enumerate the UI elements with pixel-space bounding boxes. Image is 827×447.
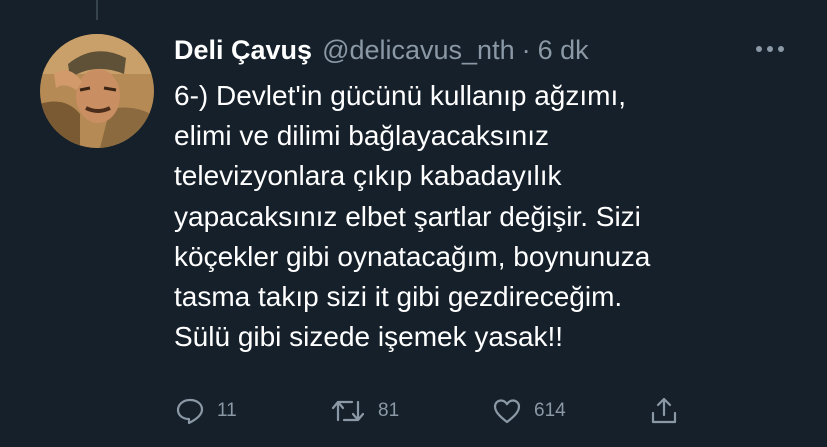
user-handle[interactable]: @delicavus_nth: [322, 35, 515, 66]
like-button[interactable]: 614: [492, 397, 566, 425]
tweet-text: 6-) Devlet'in gücünü kullanıp ağzımı, el…: [174, 76, 794, 357]
avatar[interactable]: [40, 34, 154, 148]
tweet-text-line: televizyonlara çıkıp kabadayılık: [174, 160, 562, 192]
separator-dot: ·: [521, 34, 531, 65]
reply-button[interactable]: 11: [175, 397, 237, 425]
like-action[interactable]: 614: [492, 391, 566, 431]
share-action[interactable]: [649, 391, 679, 431]
avatar-image: [40, 34, 154, 148]
retweet-count: 81: [378, 400, 400, 421]
reply-count: 11: [217, 400, 237, 421]
like-count: 614: [534, 400, 566, 421]
retweet-icon: [331, 400, 365, 422]
share-button[interactable]: [649, 396, 679, 426]
tweet-text-line: tasma takıp sizi it gibi gezdireceğim.: [174, 281, 623, 313]
display-name[interactable]: Deli Çavuş: [174, 35, 312, 66]
reply-icon: [176, 398, 204, 425]
retweet-action[interactable]: 81: [330, 391, 399, 431]
retweet-button[interactable]: 81: [330, 397, 399, 425]
tweet-text-line: elimi ve dilimi bağlayacaksınız: [174, 120, 550, 152]
more-icon: [756, 46, 784, 52]
tweet-text-line: 6-) Devlet'in gücünü kullanıp ağzımı,: [174, 80, 627, 111]
tweet-text-line: Sülü gibi sizede işemek yasak!!: [174, 321, 564, 353]
reply-action[interactable]: 11: [175, 391, 237, 431]
tweet-text-line: yapacaksınız elbet şartlar değişir. Sizi: [174, 200, 641, 232]
tweet-header: Deli Çavuş @delicavus_nth · 6 dk: [174, 30, 589, 70]
tweet-text-line: köçekler gibi oynatacağım, boynunuza: [174, 240, 651, 272]
more-options-button[interactable]: [752, 38, 788, 60]
heart-icon: [493, 399, 521, 424]
thread-connector-line: [96, 0, 98, 20]
share-icon: [651, 397, 677, 424]
timestamp[interactable]: 6 dk: [538, 35, 589, 66]
